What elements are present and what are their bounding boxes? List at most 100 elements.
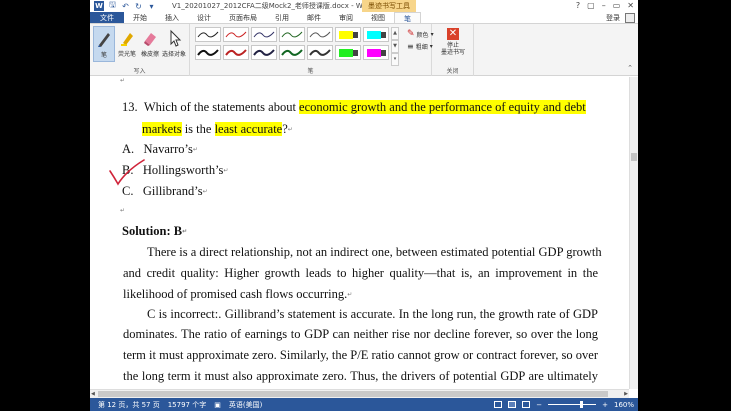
pen-button[interactable]: 笔	[93, 26, 115, 62]
zoom-slider[interactable]	[548, 401, 597, 408]
stop-inking-button[interactable]: ✕ 停止 墨迹书写	[439, 28, 467, 62]
select-object-icon	[170, 29, 182, 47]
horizontal-scroll-thumb[interactable]	[98, 391, 608, 397]
scroll-right-icon[interactable]: ▶	[624, 390, 628, 398]
pen-black-thin[interactable]	[195, 27, 221, 42]
ribbon-tabs: 文件 开始 插入 设计 页面布局 引用 邮件 审阅 视图 笔 登录	[90, 12, 638, 24]
zoom-out-icon[interactable]: −	[536, 401, 542, 409]
pen-black-thick[interactable]	[195, 45, 221, 60]
vertical-scroll-thumb[interactable]	[631, 153, 637, 161]
solution-para1-line1: There is a direct relationship, not an i…	[147, 245, 602, 259]
highlighter-magenta[interactable]	[363, 45, 389, 60]
solution-para1-line3: likelihood of promised cash flows occurr…	[123, 287, 353, 301]
pen-color-button[interactable]: ✎ 颜色 ▾	[407, 29, 434, 39]
scroll-left-icon[interactable]: ◀	[91, 390, 95, 398]
eraser-icon	[144, 33, 156, 46]
pens-group-label: 笔	[307, 68, 314, 75]
help-button[interactable]: ?	[576, 0, 580, 12]
ink-tools-context-tab: 墨迹书写工具	[362, 0, 416, 12]
highlighter-green[interactable]	[335, 45, 361, 60]
zoom-slider-knob[interactable]	[580, 401, 584, 408]
handwritten-checkmark-icon	[109, 159, 145, 186]
horizontal-scrollbar[interactable]: ◀ ▶	[90, 389, 629, 398]
pen-gallery-scroll[interactable]: ▲ ▼ ▾	[391, 27, 399, 66]
restore-button[interactable]: ▭	[613, 0, 621, 12]
pen-gray-thin[interactable]	[307, 27, 333, 42]
tab-references[interactable]: 引用	[266, 12, 298, 23]
tab-layout[interactable]: 页面布局	[220, 12, 266, 23]
solution-para2-line3: term it must approximate zero. Similarly…	[123, 348, 598, 362]
paragraph-mark: ↵	[120, 77, 126, 84]
pen-green-thick[interactable]	[279, 45, 305, 60]
minimize-button[interactable]: –	[602, 0, 606, 12]
solution-para2-line1: C is incorrect:. Gillibrand’s statement …	[147, 307, 598, 321]
document-page[interactable]: ↵ 13. Which of the statements about econ…	[90, 77, 629, 389]
web-layout-icon[interactable]	[522, 401, 531, 408]
tab-insert[interactable]: 插入	[156, 12, 188, 23]
solution-para2-line4: the long term it must also approximate z…	[123, 369, 598, 383]
title-bar: W 🖫 ↶ ↻ ▾ V1_20201027_2012CFA二级Mock2_老师授…	[90, 0, 638, 12]
tab-review[interactable]: 审阅	[330, 12, 362, 23]
solution-para1-line2: and credit quality: Higher growth leads …	[123, 266, 598, 280]
tab-file[interactable]: 文件	[90, 12, 124, 23]
word-window: W 🖫 ↶ ↻ ▾ V1_20201027_2012CFA二级Mock2_老师授…	[90, 0, 638, 411]
pen-navy-thick[interactable]	[251, 45, 277, 60]
print-layout-icon[interactable]	[508, 401, 517, 408]
gallery-up-icon[interactable]: ▲	[391, 27, 399, 40]
customize-qat-icon[interactable]: ▾	[147, 2, 156, 11]
language-indicator[interactable]: 英语(美国)	[229, 400, 262, 410]
write-group-label: 写入	[133, 68, 146, 75]
tab-home[interactable]: 开始	[124, 12, 156, 23]
highlighter-button[interactable]: 荧光笔	[116, 26, 138, 62]
question-line-1: 13. Which of the statements about econom…	[122, 100, 586, 114]
paragraph-mark: ↵	[120, 207, 126, 214]
status-bar: 第 12 页，共 57 页 15797 个字 ▣ 英语(美国) − + 160%	[90, 398, 638, 411]
pen-gallery	[195, 27, 407, 63]
proofing-icon[interactable]: ▣	[214, 401, 221, 409]
collapse-ribbon-icon[interactable]: ⌃	[627, 64, 633, 72]
pen-red-thin[interactable]	[223, 27, 249, 42]
gallery-more-icon[interactable]: ▾	[391, 53, 399, 66]
pen-blue-thin[interactable]	[251, 27, 277, 42]
vertical-scrollbar[interactable]	[629, 77, 638, 389]
close-icon: ✕	[447, 28, 459, 40]
tab-view[interactable]: 视图	[362, 12, 394, 23]
close-button[interactable]: ✕	[627, 0, 634, 12]
pen-icon	[98, 33, 110, 47]
tab-design[interactable]: 设计	[188, 12, 220, 23]
redo-icon[interactable]: ↻	[134, 2, 143, 11]
close-group-label: 关闭	[446, 68, 459, 75]
pen-green-thin[interactable]	[279, 27, 305, 42]
highlighter-cyan[interactable]	[363, 27, 389, 42]
highlighter-icon	[121, 33, 133, 46]
pen-red-thick[interactable]	[223, 45, 249, 60]
question-line-2: markets is the least accurate?↵	[142, 122, 293, 136]
page-count[interactable]: 第 12 页，共 57 页	[98, 400, 160, 410]
ribbon-display-button[interactable]: ▢	[587, 0, 595, 12]
read-mode-icon[interactable]	[494, 401, 503, 408]
sign-in-link[interactable]: 登录	[606, 12, 620, 24]
word-logo-icon: W	[94, 1, 104, 11]
gallery-down-icon[interactable]: ▼	[391, 40, 399, 53]
write-group: 笔 荧光笔 橡皮擦 选择对象 写入	[90, 24, 190, 76]
pen-thickness-button[interactable]: ≡ 粗细 ▾	[407, 42, 433, 51]
word-count[interactable]: 15797 个字	[168, 400, 207, 410]
window-title: V1_20201027_2012CFA二级Mock2_老师授课版.docx - …	[172, 2, 374, 10]
zoom-in-icon[interactable]: +	[602, 401, 608, 409]
undo-icon[interactable]: ↶	[121, 2, 130, 11]
eraser-button[interactable]: 橡皮擦	[139, 26, 161, 62]
document-area[interactable]: ↵ 13. Which of the statements about econ…	[90, 77, 638, 398]
solution-heading: Solution: B↵	[122, 224, 188, 238]
pen-color-icon: ✎	[407, 29, 415, 39]
pen-dark-thick[interactable]	[307, 45, 333, 60]
tab-pens[interactable]: 笔	[394, 12, 421, 23]
highlighter-yellow[interactable]	[335, 27, 361, 42]
thickness-icon: ≡	[407, 42, 414, 51]
solution-para2-line2: dominates. The ratio of earnings to GDP …	[123, 327, 598, 341]
select-object-button[interactable]: 选择对象	[162, 26, 186, 62]
tab-mailings[interactable]: 邮件	[298, 12, 330, 23]
avatar[interactable]	[625, 13, 635, 23]
ribbon: 笔 荧光笔 橡皮擦 选择对象 写入 笔 ▲ ▼ ▾ ✎ 颜色 ▾ ≡ 粗细 ▾ …	[90, 24, 638, 76]
option-a: A. Navarro’s↵	[122, 142, 198, 156]
zoom-level[interactable]: 160%	[614, 401, 634, 409]
